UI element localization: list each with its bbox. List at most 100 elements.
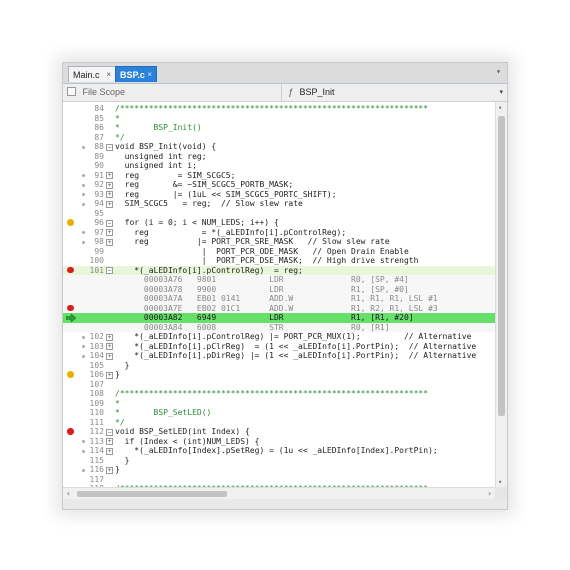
code-line[interactable]: 102 + *(_aLEDInfo[i].pControlReg) |= PORT…	[63, 332, 495, 342]
file-scope-dropdown[interactable]: File Scope	[67, 84, 275, 101]
breakpoint-gutter[interactable]	[63, 465, 87, 475]
breakpoint-gutter[interactable]	[63, 133, 87, 143]
expand-icon[interactable]: +	[106, 191, 113, 198]
code-line[interactable]: 92 + reg &= ~SIM_SCGC5_PORTB_MASK;	[63, 180, 495, 190]
breakpoint-gutter[interactable]	[63, 304, 87, 314]
breakpoint-gutter[interactable]	[63, 123, 87, 133]
breakpoint-gutter[interactable]	[63, 475, 87, 485]
code-line[interactable]: 99 | PORT_PCR_ODE_MASK // Open Drain Ena…	[63, 247, 495, 257]
breakpoint-gutter[interactable]	[63, 190, 87, 200]
close-icon[interactable]: ×	[106, 67, 111, 83]
expand-icon[interactable]: +	[106, 343, 113, 350]
breakpoint-gutter[interactable]	[63, 209, 87, 219]
disassembly-line[interactable]: 00003A76 9801 LDR R0, [SP, #4]	[63, 275, 495, 285]
expand-icon[interactable]: +	[106, 438, 113, 445]
code-line[interactable]: 85 *	[63, 114, 495, 124]
breakpoint-gutter[interactable]	[63, 218, 87, 228]
breakpoint-gutter[interactable]	[63, 446, 87, 456]
code-editor[interactable]: 84 /*************************************…	[63, 102, 495, 487]
conditional-breakpoint-icon[interactable]	[67, 219, 74, 226]
code-line[interactable]: 117	[63, 475, 495, 485]
expand-icon[interactable]: +	[106, 447, 113, 455]
code-line[interactable]: 112− void BSP_SetLED(int Index) {	[63, 427, 495, 437]
breakpoint-gutter[interactable]	[63, 361, 87, 371]
breakpoint-gutter[interactable]	[63, 408, 87, 418]
breakpoint-gutter[interactable]	[63, 266, 87, 276]
breakpoint-gutter[interactable]	[63, 370, 87, 380]
code-line[interactable]: 98 + reg |= PORT_PCR_SRE_MASK // Slow sle…	[63, 237, 495, 247]
breakpoint-gutter[interactable]	[63, 323, 87, 333]
breakpoint-gutter[interactable]	[63, 399, 87, 409]
code-line[interactable]: 110 * BSP_SetLED()	[63, 408, 495, 418]
code-line[interactable]: 93 + reg |= (1uL << SIM_SCGC5_PORTC_SHIFT…	[63, 190, 495, 200]
disassembly-line[interactable]: 00003A78 9900 LDR R1, [SP, #0]	[63, 284, 495, 295]
breakpoint-gutter[interactable]	[63, 180, 87, 190]
code-line[interactable]: 88− void BSP_Init(void) {	[63, 142, 495, 152]
code-line[interactable]: 113 + if (Index < (int)NUM_LEDS) {	[63, 437, 495, 447]
breakpoint-icon[interactable]	[67, 304, 74, 312]
code-line[interactable]: 91 + reg = SIM_SCGC5;	[63, 171, 495, 181]
breakpoint-gutter[interactable]	[63, 142, 87, 152]
horizontal-scroll-thumb[interactable]	[77, 491, 227, 497]
breakpoint-gutter[interactable]	[63, 389, 87, 399]
scroll-up-icon[interactable]: ▴	[498, 103, 502, 111]
breakpoint-icon[interactable]	[67, 266, 74, 274]
code-line[interactable]: 84 /*************************************…	[63, 104, 495, 114]
code-line[interactable]: 104 + *(_aLEDInfo[i].pDirReg) |= (1 << _a…	[63, 351, 495, 361]
code-line[interactable]: 106 +}	[63, 370, 495, 380]
collapse-icon[interactable]: −	[106, 428, 113, 436]
breakpoint-gutter[interactable]	[63, 332, 87, 342]
breakpoint-gutter[interactable]	[63, 285, 87, 295]
breakpoint-gutter[interactable]	[63, 418, 87, 428]
breakpoint-gutter[interactable]	[63, 256, 87, 266]
breakpoint-gutter[interactable]	[63, 456, 87, 466]
expand-icon[interactable]: +	[106, 238, 113, 246]
horizontal-scrollbar[interactable]: ‹ ›	[63, 487, 495, 499]
code-line[interactable]: 116 +}	[63, 465, 495, 475]
breakpoint-gutter[interactable]	[63, 294, 87, 304]
breakpoint-gutter[interactable]	[63, 437, 87, 447]
breakpoint-icon[interactable]	[67, 428, 74, 435]
breakpoint-gutter[interactable]	[63, 161, 87, 171]
code-line[interactable]: 107	[63, 380, 495, 390]
code-line[interactable]: 95	[63, 209, 495, 219]
breakpoint-gutter[interactable]	[63, 247, 87, 257]
breakpoint-gutter[interactable]	[63, 228, 87, 238]
collapse-icon[interactable]: −	[106, 143, 113, 151]
expand-icon[interactable]: +	[106, 466, 113, 474]
code-line[interactable]: 103 + *(_aLEDInfo[i].pClrReg) = (1 << _aL…	[63, 342, 495, 352]
disassembly-line[interactable]: 00003A7A EB01 0141 ADD.W R1, R1, R1, LSL…	[63, 294, 495, 304]
disassembly-line[interactable]: 00003A84 6008 STR R0, [R1]	[63, 322, 495, 333]
code-line[interactable]: 86 * BSP_Init()	[63, 123, 495, 133]
vertical-scrollbar[interactable]: ▴ ▾	[495, 102, 507, 487]
collapse-icon[interactable]: −	[106, 267, 113, 274]
breakpoint-gutter[interactable]	[63, 380, 87, 390]
tab-bsp-c[interactable]: BSP.c ×	[115, 66, 157, 82]
code-line[interactable]: 101− *(_aLEDInfo[i].pControlReg) = reg;	[63, 265, 495, 276]
close-icon[interactable]: ×	[147, 67, 152, 83]
code-line[interactable]: 115 }	[63, 456, 495, 466]
code-line[interactable]: 108 /************************************…	[63, 389, 495, 399]
disassembly-line[interactable]: 00003A82 6949 LDR R1, [R1, #20]	[63, 313, 495, 323]
breakpoint-gutter[interactable]	[63, 152, 87, 162]
breakpoint-gutter[interactable]	[63, 342, 87, 352]
code-line[interactable]: 87 */	[63, 133, 495, 143]
conditional-breakpoint-icon[interactable]	[67, 371, 74, 378]
code-line[interactable]: 114 + *(_aLEDInfo[Index].pSetReg) = (1u <…	[63, 446, 495, 456]
code-line[interactable]: 111 */	[63, 418, 495, 428]
function-scope-dropdown[interactable]: ƒ BSP_Init ▾	[281, 84, 507, 101]
breakpoint-gutter[interactable]	[63, 351, 87, 361]
expand-icon[interactable]: +	[106, 172, 113, 179]
disassembly-line[interactable]: 00003A7E EB02 01C1 ADD.W R1, R2, R1, LSL…	[63, 303, 495, 314]
expand-icon[interactable]: +	[106, 200, 113, 208]
vertical-scroll-thumb[interactable]	[498, 116, 505, 416]
breakpoint-gutter[interactable]	[63, 237, 87, 247]
breakpoint-gutter[interactable]	[63, 199, 87, 209]
tab-main-c[interactable]: Main.c ×	[68, 66, 116, 82]
expand-icon[interactable]: +	[106, 371, 113, 379]
code-line[interactable]: 105 }	[63, 361, 495, 371]
expand-icon[interactable]: +	[106, 352, 113, 360]
breakpoint-gutter[interactable]	[63, 114, 87, 124]
code-line[interactable]: 90 unsigned int i;	[63, 161, 495, 171]
code-line[interactable]: 100 | PORT_PCR_DSE_MASK; // High drive s…	[63, 256, 495, 266]
